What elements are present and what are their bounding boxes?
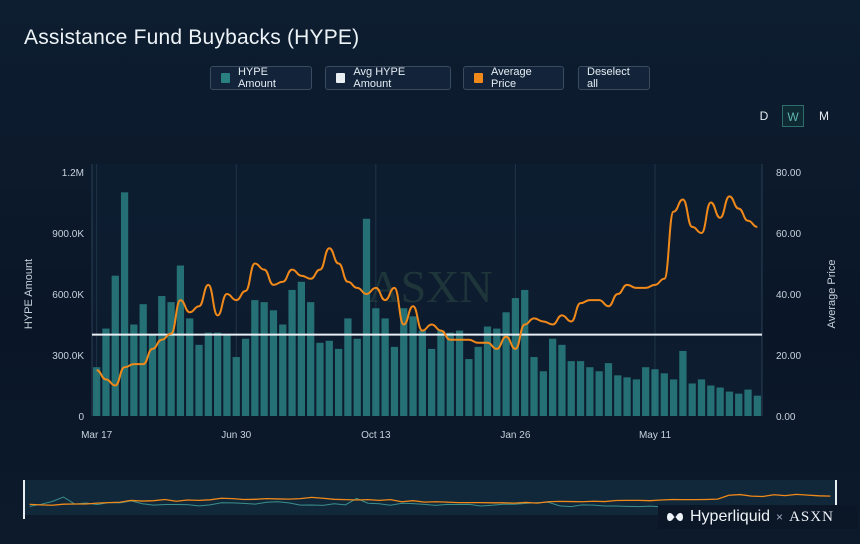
bar-hype-amount [223,334,231,416]
bar-hype-amount [390,346,399,416]
bar-hype-amount [446,332,454,416]
bar-hype-amount [176,265,185,416]
chart-card: Assistance Fund Buybacks (HYPE) HYPE Amo… [0,0,860,544]
bar-hype-amount [651,369,659,416]
bar-hype-amount [455,330,464,416]
y-tick-label-left: 300.0K [52,351,84,362]
chart-svg: ASXN 0 300.0K 600.0K 900.0K 1.2M 0.00 20.00 40.… [23,164,838,519]
bar-hype-amount [493,328,501,416]
bar-hype-amount [576,361,585,416]
bar-hype-amount [334,348,343,416]
x-tick-label: Mar 17 [81,430,113,441]
brand-hyperliquid: Hyperliquid [690,508,771,525]
bar-hype-amount [623,377,631,416]
x-tick-label: Oct 13 [361,430,391,441]
bar-hype-amount [251,300,259,416]
bar-hype-amount [753,395,761,416]
bar-hype-amount [604,363,613,416]
brand-asxn: ASXN [789,508,834,525]
bar-hype-amount [660,373,668,416]
bar-hype-amount [204,332,212,416]
y-tick-label-right: 40.00 [776,290,801,301]
bar-hype-amount [725,391,734,416]
bar-hype-amount [362,218,371,416]
bar-hype-amount [511,298,520,416]
bar-hype-amount [195,344,203,416]
bar-hype-amount [465,359,473,416]
bar-hype-amount [632,379,641,416]
brand-badge: Hyperliquid × ASXN [658,505,858,529]
bar-hype-amount [232,357,240,416]
y-tick-label-left: 600.0K [52,290,84,301]
bar-hype-amount [409,316,417,416]
bar-hype-amount [372,308,380,416]
bar-hype-amount [669,379,678,416]
bar-hype-amount [288,289,296,416]
watermark: ASXN [367,261,492,312]
bar-hype-amount [567,361,575,416]
bar-hype-amount [297,281,306,416]
bar-hype-amount [167,302,175,416]
y-tick-label-right: 20.00 [776,351,801,362]
bar-hype-amount [688,383,696,416]
bar-hype-amount [474,346,482,416]
bar-hype-amount [428,348,436,416]
x-tick-label: May 11 [639,430,671,441]
x-tick-label: Jun 30 [221,430,251,441]
bar-hype-amount [279,324,287,416]
bar-hype-amount [558,344,566,416]
bar-hype-amount [614,375,622,416]
bar-hype-amount [186,318,194,416]
bar-hype-amount [260,302,268,416]
bar-hype-amount [111,275,119,416]
bar-hype-amount [418,330,426,416]
bar-hype-amount [707,385,715,416]
bar-hype-amount [483,326,492,416]
bar-hype-amount [93,367,101,416]
bar-hype-amount [530,357,538,416]
y-tick-label-right: 60.00 [776,229,801,240]
bar-hype-amount [521,289,529,416]
brand-separator: × [776,510,784,524]
bar-hype-amount [213,332,222,416]
bar-hype-amount [316,342,324,416]
y-tick-label-left: 1.2M [62,168,84,179]
y-tick-label-left: 0 [78,412,84,423]
bar-hype-amount [548,338,557,416]
bar-hype-amount [502,312,510,416]
bar-hype-amount [102,328,110,416]
bar-hype-amount [381,318,389,416]
bar-hype-amount [437,330,445,416]
bar-hype-amount [586,367,594,416]
y-tick-label-right: 0.00 [776,412,796,423]
bar-hype-amount [307,302,315,416]
bar-hype-amount [595,371,603,416]
bar-hype-amount [344,318,352,416]
bar-hype-amount [130,324,138,416]
bar-hype-amount [325,340,333,416]
bar-hype-amount [120,192,129,416]
y-tick-label-left: 900.0K [52,229,84,240]
bar-hype-amount [353,338,361,416]
bar-hype-amount [744,389,752,416]
bar-hype-amount [679,350,687,416]
y-axis-title-left: HYPE Amount [23,259,35,329]
bar-hype-amount [539,371,547,416]
bar-hype-amount [735,393,743,416]
bar-hype-amount [642,367,650,416]
bar-hype-amount [241,338,250,416]
y-axis-title-right: Average Price [826,260,838,329]
y-tick-label-right: 80.00 [776,168,801,179]
hyperliquid-logo-icon [667,512,683,522]
bar-hype-amount [716,387,724,416]
bar-hype-amount [269,310,278,416]
bar-hype-amount [697,379,706,416]
bar-hype-amount [158,296,166,416]
x-tick-label: Jan 26 [500,430,530,441]
